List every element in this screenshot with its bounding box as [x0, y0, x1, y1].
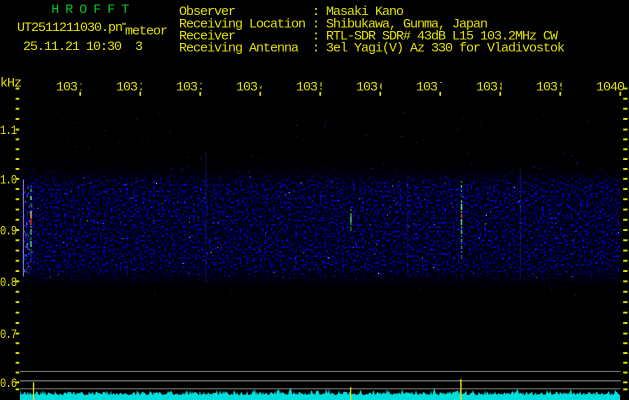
svg-text:1040: 1040 — [596, 79, 625, 94]
svg-text:103: 103 — [356, 79, 378, 94]
svg-text:103: 103 — [176, 79, 198, 94]
svg-text:103: 103 — [56, 79, 78, 94]
svg-text:103: 103 — [416, 79, 438, 94]
svg-text:UT2511211030.pn: UT2511211030.pn — [17, 20, 122, 35]
svg-text:H R O F F T: H R O F F T — [51, 2, 129, 17]
svg-text:0.8: 0.8 — [0, 275, 17, 291]
svg-text:103: 103 — [536, 79, 558, 94]
svg-text:103: 103 — [476, 79, 498, 94]
svg-text:103: 103 — [116, 79, 138, 94]
svg-text:0.6: 0.6 — [0, 376, 17, 392]
svg-text:meteor: meteor — [125, 23, 167, 38]
svg-text:0.7: 0.7 — [0, 327, 17, 343]
svg-text:0.9: 0.9 — [0, 223, 17, 239]
svg-text:25.11.21 10:30 3: 25.11.21 10:30 3 — [23, 39, 143, 54]
svg-text:Receiving Antenna : 3el Yagi(: Receiving Antenna : 3el Yagi(V) Az 330 f… — [179, 41, 565, 56]
svg-text:103: 103 — [296, 79, 318, 94]
svg-text:kHz: kHz — [0, 75, 21, 90]
svg-text:1.1: 1.1 — [0, 123, 17, 139]
svg-text:103: 103 — [236, 79, 258, 94]
svg-text:1.0: 1.0 — [0, 172, 17, 188]
